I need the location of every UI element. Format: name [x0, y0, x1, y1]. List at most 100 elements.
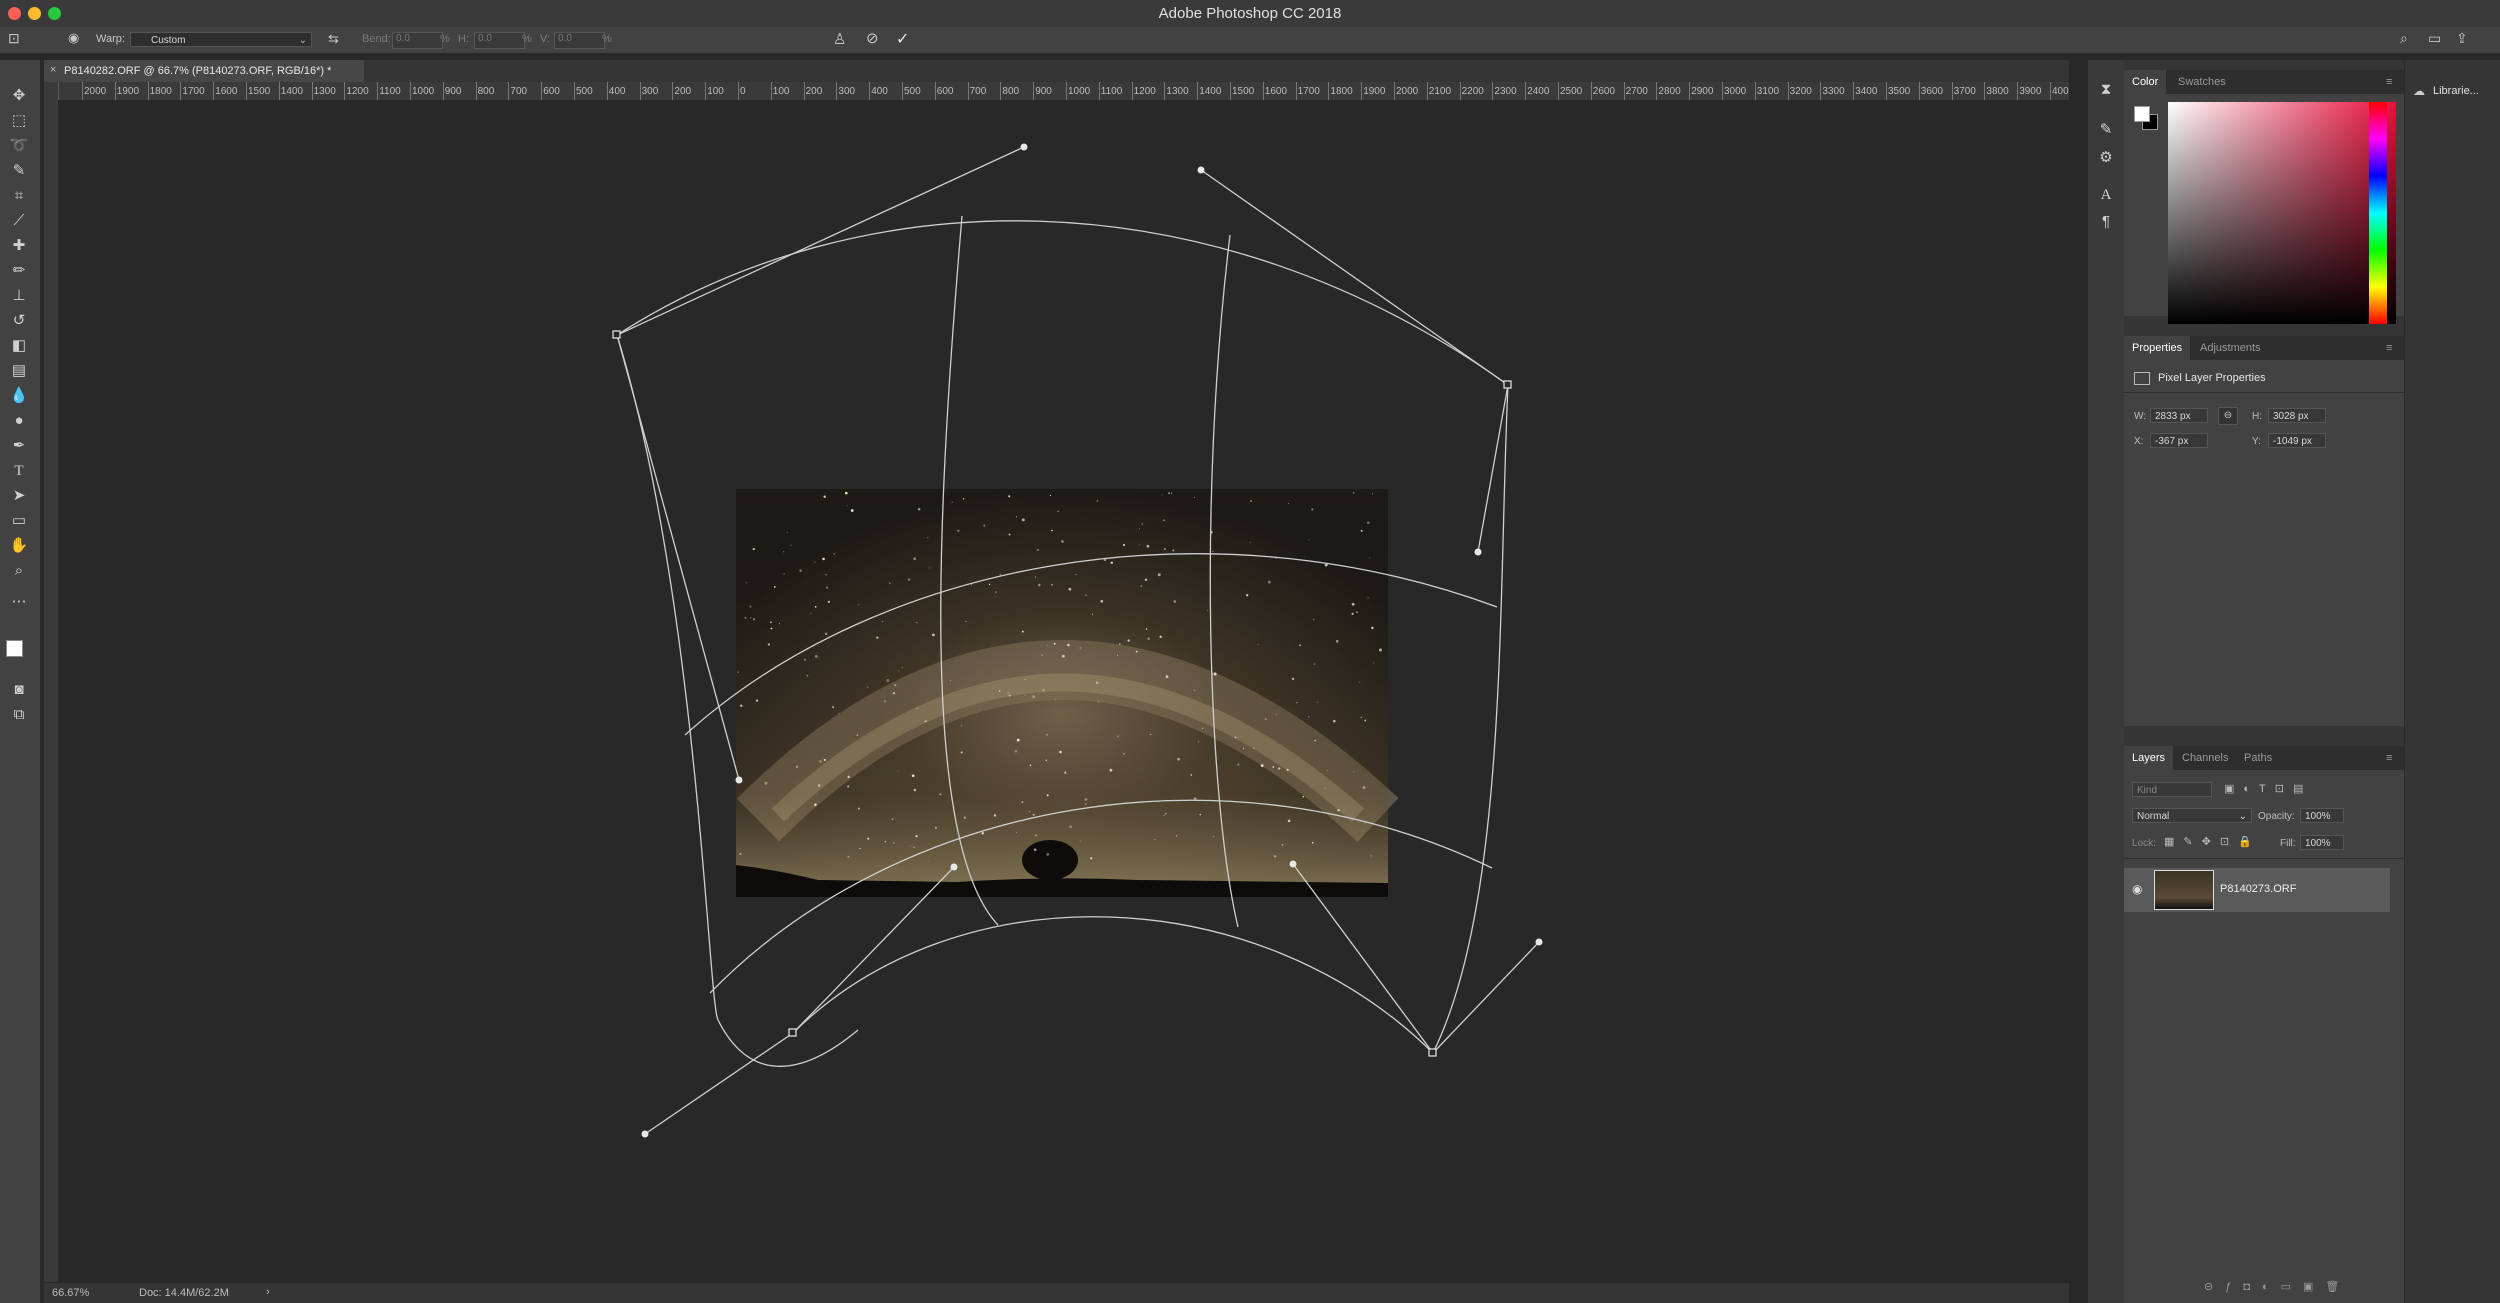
quick-select-tool-icon[interactable]: ✎ [8, 161, 30, 181]
tab-swatches[interactable]: Swatches [2170, 70, 2234, 94]
status-menu-icon[interactable]: › [266, 1286, 270, 1298]
commit-transform-icon[interactable]: ✓ [896, 29, 909, 49]
history-panel-icon[interactable]: ⧗ [2095, 80, 2117, 100]
panel-menu-icon[interactable]: ≡ [2378, 70, 2400, 94]
layer-filter-icons[interactable]: ▣◐T⊡▤ [2224, 782, 2312, 795]
star-point [1278, 767, 1281, 770]
tab-paths[interactable]: Paths [2236, 746, 2280, 770]
tab-color[interactable]: Color [2124, 70, 2167, 94]
zoom-tool-icon[interactable]: ⌕ [8, 561, 30, 581]
bend-input[interactable]: 0.0 [392, 32, 443, 49]
healing-brush-tool-icon[interactable]: ✚ [8, 236, 30, 256]
edit-toolbar-icon[interactable]: ⋯ [8, 592, 30, 612]
panel-menu-icon[interactable]: ≡ [2378, 746, 2400, 770]
x-field[interactable]: -367 px [2150, 433, 2208, 448]
star-point [749, 605, 752, 608]
color-panel [2124, 94, 2404, 324]
search-icon[interactable]: ⌕ [2400, 30, 2408, 47]
document-tab[interactable]: × P8140282.ORF @ 66.7% (P8140273.ORF, RG… [44, 60, 364, 82]
canvas-area[interactable] [58, 100, 2069, 1283]
star-point [1351, 602, 1355, 606]
blur-tool-icon[interactable]: 💧 [8, 386, 30, 406]
fill-field[interactable]: 100% [2300, 835, 2344, 850]
dodge-tool-icon[interactable]: ● [8, 411, 30, 431]
ruler-tick-label: 1600 [1264, 86, 1288, 97]
opacity-field[interactable]: 100% [2300, 808, 2344, 823]
warp-label: Warp: [96, 33, 125, 45]
width-field[interactable]: 2833 px [2150, 408, 2208, 423]
star-point [929, 567, 930, 569]
puppet-warp-icon[interactable]: ♙ [833, 30, 846, 48]
foreground-color-swatch[interactable] [6, 640, 23, 657]
share-icon[interactable]: ⇪ [2456, 30, 2468, 47]
reference-point-icon[interactable]: ◉ [68, 30, 79, 46]
layer-row[interactable]: ◉ P8140273.ORF [2124, 868, 2390, 912]
color-picker-field[interactable] [2168, 102, 2396, 324]
y-field[interactable]: -1049 px [2268, 433, 2326, 448]
star-point [1364, 719, 1367, 722]
path-selection-tool-icon[interactable]: ➤ [8, 486, 30, 506]
star-point [847, 785, 850, 788]
hue-slider[interactable] [2369, 102, 2387, 324]
link-dimensions-icon[interactable]: ⊖ [2218, 407, 2238, 425]
marquee-tool-icon[interactable]: ⬚ [8, 111, 30, 131]
character-panel-icon[interactable]: A [2095, 185, 2117, 205]
ruler-tick-label: 2000 [84, 86, 107, 97]
type-tool-icon[interactable]: T [8, 461, 30, 481]
libraries-button[interactable]: Librarie... [2433, 85, 2479, 97]
clone-stamp-tool-icon[interactable]: ⊥ [8, 286, 30, 306]
layer-actions-icons[interactable]: ⊝ƒ◘◐▭▣🗑 [2204, 1280, 2351, 1293]
move-tool-icon[interactable]: ✥ [8, 86, 30, 106]
star-point [939, 793, 942, 796]
eyedropper-tool-icon[interactable]: ⟋ [8, 211, 30, 231]
lasso-tool-icon[interactable]: ➰ [8, 136, 30, 156]
eye-icon[interactable]: ◉ [2132, 882, 2142, 896]
layer-filter-kind[interactable]: Kind [2132, 782, 2212, 797]
paragraph-panel-icon[interactable]: ¶ [2095, 212, 2117, 232]
star-point [1053, 642, 1056, 645]
tab-adjustments[interactable]: Adjustments [2192, 336, 2269, 360]
warp-style-select[interactable]: Custom ⌄ [130, 32, 312, 47]
layer-name: P8140273.ORF [2220, 883, 2297, 895]
star-point [795, 765, 799, 769]
screen-mode-icon[interactable]: ⧉ [8, 705, 30, 725]
tab-properties[interactable]: Properties [2124, 336, 2191, 360]
star-point [752, 547, 755, 551]
eraser-tool-icon[interactable]: ◧ [8, 336, 30, 356]
ruler-tick-mark [114, 82, 116, 100]
gradient-tool-icon[interactable]: ▤ [8, 361, 30, 381]
warp-orientation-icon[interactable]: ⇆ [328, 31, 339, 47]
pen-tool-icon[interactable]: ✒ [8, 436, 30, 456]
tab-layers[interactable]: Layers [2124, 746, 2174, 770]
brush-settings-icon[interactable]: ✎ [2095, 120, 2117, 140]
zoom-level[interactable]: 66.67% [52, 1287, 89, 1299]
ruler-tick-label: 1800 [1330, 86, 1353, 97]
v-distortion-input[interactable]: 0.0 [554, 32, 605, 49]
quick-mask-icon[interactable]: ◙ [8, 680, 30, 700]
blend-mode-select[interactable]: Normal ⌄ [2132, 808, 2252, 823]
history-brush-tool-icon[interactable]: ↺ [8, 311, 30, 331]
ruler-tick-label: 3600 [1920, 86, 1944, 97]
close-tab-icon[interactable]: × [50, 64, 56, 76]
brush-tool-icon[interactable]: ✏ [8, 261, 30, 281]
tab-channels[interactable]: Channels [2174, 746, 2236, 770]
lock-icons[interactable]: ▦✎✥⊡🔒 [2164, 835, 2261, 848]
crop-tool-icon[interactable]: ⌗ [8, 186, 30, 206]
height-field[interactable]: 3028 px [2268, 408, 2326, 423]
rectangle-tool-icon[interactable]: ▭ [8, 511, 30, 531]
panel-menu-icon[interactable]: ≡ [2378, 336, 2400, 360]
workspace-icon[interactable]: ▭ [2428, 30, 2441, 47]
adjustments-panel-icon[interactable]: ⚙ [2095, 148, 2117, 168]
star-point [1359, 681, 1361, 683]
warp-canvas[interactable] [58, 100, 2069, 1283]
ruler-tick-label: 2600 [1592, 86, 1616, 97]
h-distortion-input[interactable]: 0.0 [474, 32, 525, 49]
transform-tool-icon[interactable]: ⊡ [8, 30, 20, 47]
color-foreground-swatch[interactable] [2134, 106, 2150, 122]
ruler-tick-mark [705, 82, 707, 100]
star-point [915, 835, 918, 838]
hand-tool-icon[interactable]: ✋ [8, 536, 30, 556]
ruler-tick-mark [1492, 82, 1494, 100]
star-point [963, 816, 967, 819]
cancel-transform-icon[interactable]: ⊘ [866, 29, 879, 47]
